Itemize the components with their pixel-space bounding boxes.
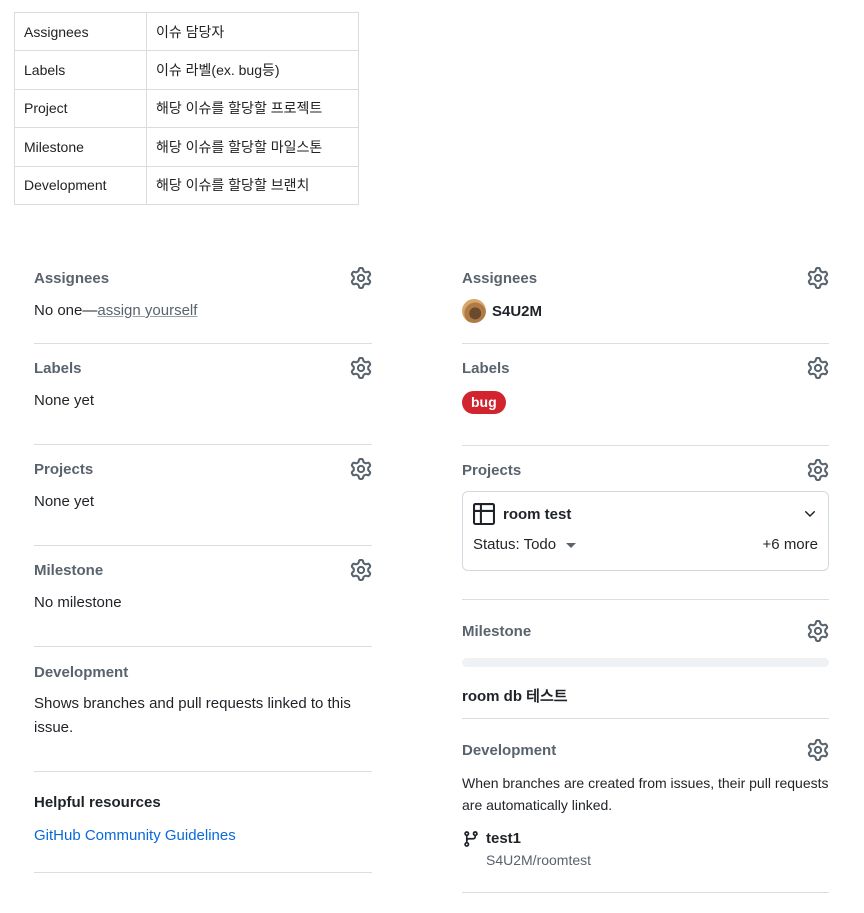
table-row: Project 해당 이슈를 할당할 프로젝트 bbox=[14, 88, 359, 129]
branch-repo: S4U2M/roomtest bbox=[486, 852, 592, 868]
milestone-empty-text: No milestone bbox=[34, 594, 122, 611]
table-cell-value: 이슈 라벨(ex. bug등) bbox=[146, 50, 359, 90]
table-row: Development 해당 이슈를 할당할 브랜치 bbox=[14, 165, 359, 205]
labels-title[interactable]: Labels bbox=[462, 360, 510, 377]
helpful-resources-section: Helpful resources GitHub Community Guide… bbox=[34, 772, 372, 873]
field-description-table: Assignees 이슈 담당자 Labels 이슈 라벨(ex. bug등) … bbox=[14, 11, 359, 205]
project-card: room test Status: Todo +6 more bbox=[462, 491, 829, 571]
development-description: When branches are created from issues, t… bbox=[462, 775, 829, 813]
table-icon bbox=[473, 503, 495, 525]
gear-icon[interactable] bbox=[807, 357, 829, 379]
branch-name[interactable]: test1 bbox=[486, 830, 591, 848]
project-name[interactable]: room test bbox=[503, 506, 802, 523]
table-row: Milestone 해당 이슈를 할당할 마일스톤 bbox=[14, 127, 359, 167]
assignee-username: S4U2M bbox=[492, 302, 543, 320]
gear-icon[interactable] bbox=[350, 357, 372, 379]
projects-title[interactable]: Projects bbox=[462, 462, 521, 479]
milestone-title[interactable]: Milestone bbox=[462, 623, 531, 640]
development-section: Development When branches are created fr… bbox=[462, 719, 829, 893]
caret-down-icon bbox=[566, 542, 577, 548]
table-cell-key: Assignees bbox=[14, 11, 147, 52]
assignee-item[interactable]: S4U2M bbox=[462, 299, 829, 323]
projects-section: Projects None yet bbox=[34, 445, 372, 546]
milestone-progress-bar bbox=[462, 658, 829, 667]
labels-empty-text: None yet bbox=[34, 392, 95, 409]
milestone-name-link[interactable]: room db 테스트 bbox=[462, 685, 829, 706]
issue-sidebar-filled: Assignees S4U2M Labels bug Projects room… bbox=[462, 254, 829, 893]
table-row: Assignees 이슈 담당자 bbox=[14, 11, 359, 52]
table-cell-key: Milestone bbox=[14, 127, 147, 167]
chevron-down-icon[interactable] bbox=[802, 506, 818, 522]
assignees-title[interactable]: Assignees bbox=[462, 270, 537, 287]
table-cell-value: 해당 이슈를 할당할 브랜치 bbox=[146, 165, 359, 205]
projects-empty-text: None yet bbox=[34, 493, 95, 510]
gear-icon[interactable] bbox=[807, 739, 829, 761]
gear-icon[interactable] bbox=[807, 267, 829, 289]
milestone-title[interactable]: Milestone bbox=[34, 562, 103, 579]
development-description: Shows branches and pull requests linked … bbox=[34, 695, 351, 736]
table-cell-key: Project bbox=[14, 88, 147, 129]
label-pill-bug[interactable]: bug bbox=[462, 391, 506, 414]
table-row: Labels 이슈 라벨(ex. bug등) bbox=[14, 50, 359, 90]
milestone-section: Milestone room db 테스트 bbox=[462, 600, 829, 719]
helpful-resources-title: Helpful resources bbox=[34, 794, 161, 811]
community-guidelines-link[interactable]: GitHub Community Guidelines bbox=[34, 827, 236, 844]
more-fields-link[interactable]: +6 more bbox=[763, 536, 818, 553]
milestone-section: Milestone No milestone bbox=[34, 546, 372, 647]
table-cell-value: 해당 이슈를 할당할 마일스톤 bbox=[146, 127, 359, 167]
table-cell-key: Labels bbox=[14, 50, 147, 90]
assignees-section: Assignees S4U2M bbox=[462, 254, 829, 344]
avatar bbox=[462, 299, 486, 323]
development-title[interactable]: Development bbox=[462, 742, 556, 759]
assignees-section: Assignees No one—assign yourself bbox=[34, 254, 372, 344]
assignees-empty-text: No one— bbox=[34, 302, 98, 319]
table-cell-value: 이슈 담당자 bbox=[146, 11, 359, 52]
labels-title[interactable]: Labels bbox=[34, 360, 82, 377]
labels-section: Labels None yet bbox=[34, 344, 372, 445]
project-status-dropdown[interactable]: Status: Todo bbox=[473, 536, 577, 553]
assignees-title[interactable]: Assignees bbox=[34, 270, 109, 287]
linked-branch[interactable]: test1 S4U2M/roomtest bbox=[462, 830, 829, 871]
development-title: Development bbox=[34, 663, 129, 681]
table-cell-key: Development bbox=[14, 165, 147, 205]
gear-icon[interactable] bbox=[350, 559, 372, 581]
gear-icon[interactable] bbox=[807, 620, 829, 642]
projects-section: Projects room test Status: Todo +6 more bbox=[462, 446, 829, 600]
issue-sidebar-empty: Assignees No one—assign yourself Labels … bbox=[34, 254, 372, 873]
gear-icon[interactable] bbox=[350, 267, 372, 289]
projects-title[interactable]: Projects bbox=[34, 461, 93, 478]
gear-icon[interactable] bbox=[807, 459, 829, 481]
development-section: Development Shows branches and pull requ… bbox=[34, 647, 372, 772]
gear-icon[interactable] bbox=[350, 458, 372, 480]
labels-section: Labels bug bbox=[462, 344, 829, 446]
assign-yourself-link[interactable]: assign yourself bbox=[97, 302, 197, 319]
git-branch-icon bbox=[464, 831, 478, 847]
table-cell-value: 해당 이슈를 할당할 프로젝트 bbox=[146, 88, 359, 129]
